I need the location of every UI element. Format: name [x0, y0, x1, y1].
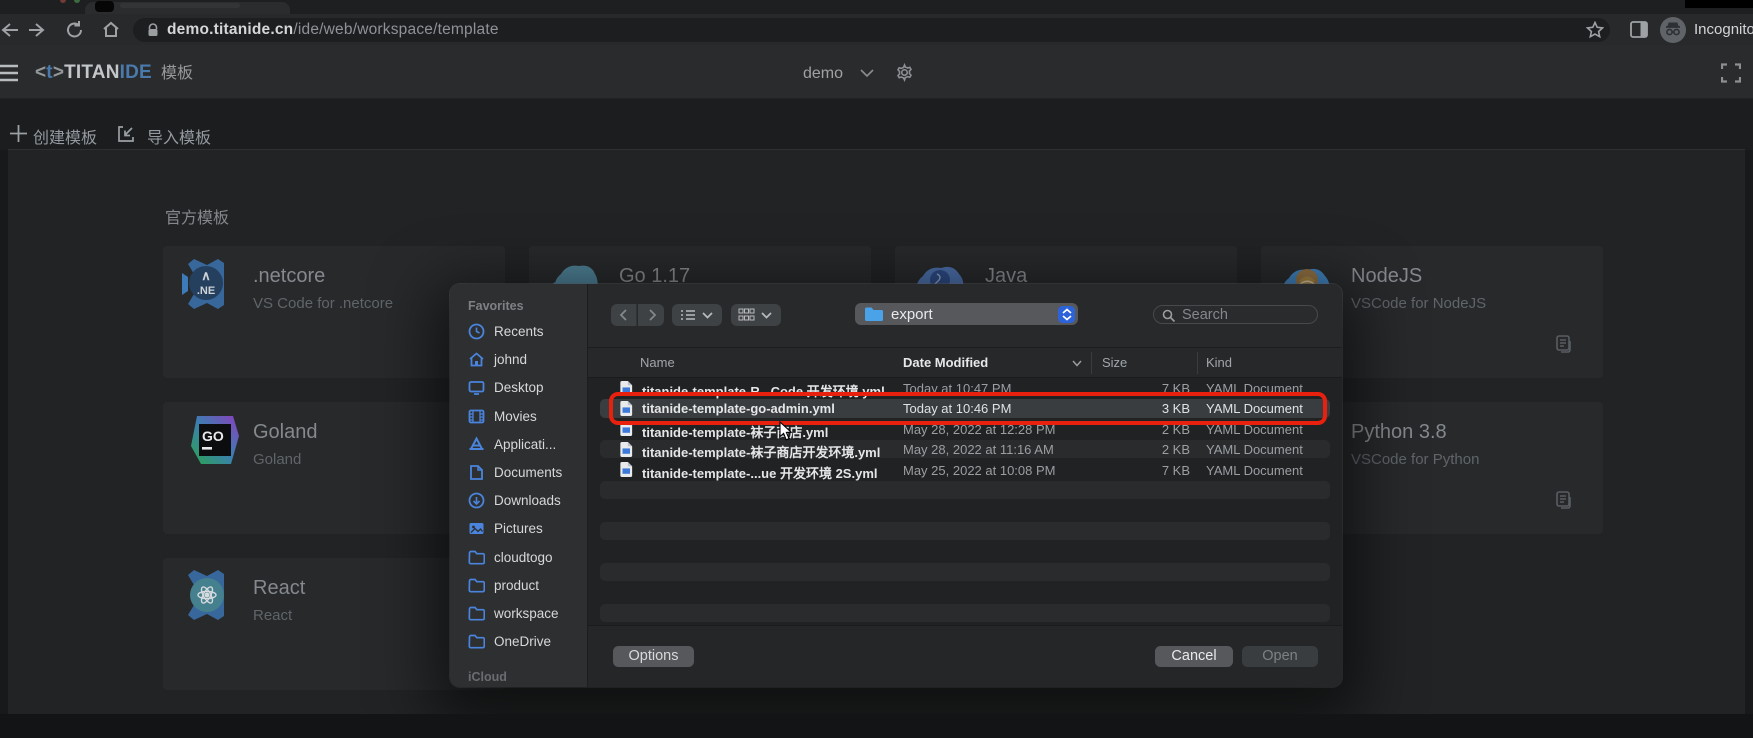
- svg-text:.NE: .NE: [197, 285, 215, 297]
- svg-text:∧: ∧: [201, 268, 211, 283]
- svg-text:GO: GO: [202, 428, 224, 444]
